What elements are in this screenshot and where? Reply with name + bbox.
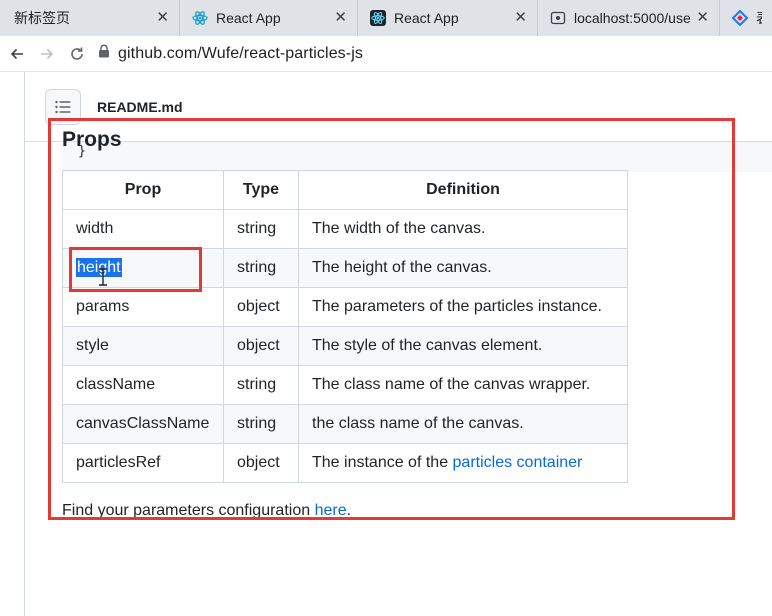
prop-cell: className: [62, 365, 224, 405]
text-cursor-icon: [98, 268, 108, 291]
react-logo-icon: [192, 10, 208, 26]
tab-localhost[interactable]: localhost:5000/use ✕: [538, 0, 720, 36]
table-row: canvasClassName string the class name of…: [62, 404, 628, 444]
table-row: params object The parameters of the part…: [62, 287, 628, 327]
table-row: style object The style of the canvas ele…: [62, 326, 628, 366]
definition-cell: The parameters of the particles instance…: [298, 287, 628, 327]
prop-cell: width: [62, 209, 224, 249]
column-header-prop: Prop: [62, 170, 224, 210]
tab-title: 新标签页: [14, 10, 70, 26]
readme-header: README.md: [25, 72, 772, 142]
reload-icon[interactable]: [62, 39, 92, 69]
find-text: Find your parameters configuration: [62, 502, 315, 519]
column-header-type: Type: [223, 170, 299, 210]
tab-form[interactable]: 表单: [720, 0, 772, 36]
close-icon[interactable]: ✕: [696, 10, 709, 26]
tab-react-app[interactable]: React App ✕: [180, 0, 358, 36]
type-cell: string: [223, 209, 299, 249]
table-row: height string The height of the canvas.: [62, 248, 628, 288]
prop-cell: particlesRef: [62, 443, 224, 483]
definition-text: The instance of the: [312, 454, 453, 471]
type-cell: string: [223, 365, 299, 405]
back-arrow-icon[interactable]: [2, 39, 32, 69]
prop-cell: height: [62, 248, 224, 288]
prop-cell: params: [62, 287, 224, 327]
table-row: particlesRef object The instance of the …: [62, 443, 628, 483]
close-icon[interactable]: ✕: [334, 10, 347, 26]
type-cell: object: [223, 326, 299, 366]
find-suffix: .: [346, 502, 352, 519]
table-header-row: Prop Type Definition: [62, 170, 628, 210]
tab-title: React App: [216, 10, 281, 26]
app-logo-icon: [732, 10, 748, 26]
type-cell: string: [223, 248, 299, 288]
props-heading: Props: [62, 128, 122, 151]
local-page-icon: [550, 10, 566, 26]
tab-title: 表单: [756, 8, 762, 28]
column-header-definition: Definition: [298, 170, 628, 210]
close-icon[interactable]: ✕: [156, 10, 169, 26]
close-icon[interactable]: ✕: [514, 10, 527, 26]
browser-toolbar: github.com/Wufe/react-particles-js: [0, 36, 772, 72]
prop-cell: canvasClassName: [62, 404, 224, 444]
definition-cell: The width of the canvas.: [298, 209, 628, 249]
type-cell: object: [223, 443, 299, 483]
browser-tab-strip: 新标签页 ✕ React App ✕ React App ✕ localhost…: [0, 0, 772, 36]
address-bar[interactable]: github.com/Wufe/react-particles-js: [98, 44, 363, 63]
particles-container-link[interactable]: particles container: [453, 454, 583, 471]
tab-title: React App: [394, 10, 459, 26]
react-logo-icon: [370, 10, 386, 26]
forward-arrow-icon[interactable]: [32, 39, 62, 69]
definition-cell: The instance of the particles container: [298, 443, 628, 483]
props-table: Prop Type Definition width string The wi…: [62, 170, 628, 483]
code-block: }: [62, 142, 772, 172]
table-of-contents-button[interactable]: [45, 88, 81, 125]
tab-title: localhost:5000/use: [574, 10, 691, 26]
definition-cell: The style of the canvas element.: [298, 326, 628, 366]
here-link[interactable]: here: [315, 502, 347, 519]
type-cell: object: [223, 287, 299, 327]
tab-react-app-2[interactable]: React App ✕: [358, 0, 538, 36]
definition-cell: The height of the canvas.: [298, 248, 628, 288]
table-row: className string The class name of the c…: [62, 365, 628, 405]
table-row: width string The width of the canvas.: [62, 209, 628, 249]
definition-cell: the class name of the canvas.: [298, 404, 628, 444]
readme-file-name: README.md: [97, 98, 183, 115]
prop-cell: style: [62, 326, 224, 366]
type-cell: string: [223, 404, 299, 444]
list-icon: [55, 100, 71, 113]
tab-new-tab[interactable]: 新标签页 ✕: [0, 0, 180, 36]
url-text: github.com/Wufe/react-particles-js: [118, 44, 363, 62]
lock-icon: [98, 44, 110, 63]
find-parameters-text: Find your parameters configuration here.: [62, 502, 351, 520]
definition-cell: The class name of the canvas wrapper.: [298, 365, 628, 405]
divider: [24, 72, 25, 616]
